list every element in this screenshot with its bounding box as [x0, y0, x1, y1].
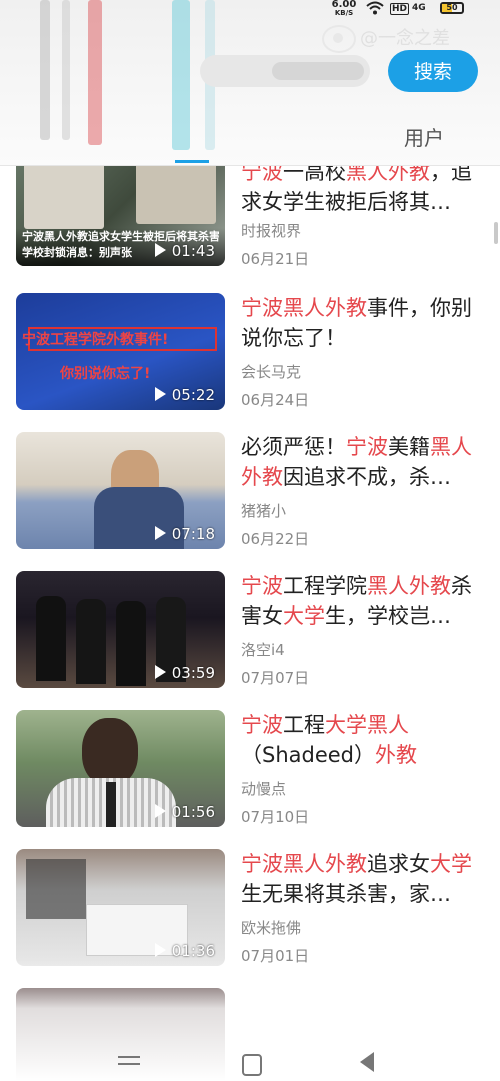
home-icon[interactable]	[242, 1054, 262, 1076]
video-title[interactable]: 宁波工程大学黑人 （Shadeed）外教	[241, 710, 489, 770]
video-duration: 05:22	[154, 386, 215, 404]
video-thumbnail[interactable]: 宁波工程学院外教事件! 你别说你忘了! 05:22	[16, 293, 225, 410]
play-icon	[154, 943, 166, 957]
signal-label: 4G	[412, 3, 426, 13]
video-duration: 01:36	[154, 942, 215, 960]
title-highlight: 宁波	[241, 713, 283, 737]
video-title[interactable]: 必须严惩！宁波美籍黑人外教因追求不成，杀…	[241, 432, 489, 492]
back-icon[interactable]	[360, 1052, 374, 1072]
play-icon	[154, 804, 166, 818]
battery-icon: 50	[440, 2, 464, 14]
title-text: 因追求不成，杀…	[283, 465, 451, 489]
video-thumbnail[interactable]: 07:18	[16, 432, 225, 549]
thumbnail-caption: 宁波工程学院外教事件!	[22, 332, 169, 348]
video-title[interactable]: 宁波黑人外教追求女大学生无果将其杀害，家…	[241, 849, 489, 909]
title-highlight: 宁波	[241, 574, 283, 598]
video-duration: 07:18	[154, 525, 215, 543]
video-thumbnail[interactable]: 宁波黑人外教追求女学生被拒后将其杀害 学校封锁消息：别声张 01:43	[16, 166, 225, 266]
title-highlight: 宁波	[346, 435, 388, 459]
title-highlight: 宁波黑人外教	[241, 296, 367, 320]
title-text: 工程学院	[283, 574, 367, 598]
title-highlight: 宁波	[241, 166, 283, 184]
title-text: 必须严惩！	[241, 435, 346, 459]
video-author[interactable]: 洛空i4	[241, 639, 285, 660]
video-date: 07月10日	[241, 808, 310, 826]
title-highlight: 大学	[430, 852, 472, 876]
list-item[interactable]: 03:59 宁波工程学院黑人外教杀害女大学生，学校岂… 洛空i4 07月07日	[0, 561, 500, 700]
network-speed: 6.00 KB/S	[331, 0, 357, 17]
play-icon	[154, 665, 166, 679]
title-text: 一高校	[283, 166, 346, 184]
title-text: 生，学校岂…	[325, 604, 451, 628]
title-highlight: 黑人外教	[367, 574, 451, 598]
list-item[interactable]: 07:18 必须严惩！宁波美籍黑人外教因追求不成，杀… 猪猪小 06月22日	[0, 422, 500, 561]
search-clear-area	[272, 62, 364, 80]
blur-artifact	[172, 0, 190, 150]
search-header: @一念之差 搜索 用户	[0, 0, 500, 165]
video-list: 宁波黑人外教追求女学生被拒后将其杀害 学校封锁消息：别声张 01:43 宁波一高…	[0, 166, 500, 1081]
title-highlight: 大学黑人	[325, 713, 409, 737]
video-thumbnail[interactable]: 01:56	[16, 710, 225, 827]
list-item[interactable]: 01:56 宁波工程大学黑人 （Shadeed）外教 动慢点 07月10日	[0, 700, 500, 839]
menu-icon[interactable]	[118, 1056, 140, 1072]
watermark: @一念之差	[322, 24, 450, 53]
list-item[interactable]: 宁波工程学院外教事件! 你别说你忘了! 05:22 宁波黑人外教事件，你别说你忘…	[0, 283, 500, 422]
status-bar: 6.00 KB/S HD 4G 50	[0, 0, 500, 22]
video-date: 06月24日	[241, 391, 310, 409]
video-title[interactable]: 宁波黑人外教事件，你别说你忘了！	[241, 293, 489, 353]
video-date: 06月21日	[241, 250, 310, 268]
video-title[interactable]: 宁波一高校黑人外教，追求女学生被拒后将其…	[241, 166, 489, 217]
video-duration: 01:56	[154, 803, 215, 821]
tab-users[interactable]: 用户	[404, 122, 444, 151]
eye-icon	[322, 25, 356, 53]
wifi-icon	[366, 1, 384, 18]
video-author[interactable]: 动慢点	[241, 778, 286, 799]
play-icon	[154, 526, 166, 540]
title-text: 工程	[283, 713, 325, 737]
video-author[interactable]: 欧米拖佛	[241, 917, 301, 938]
video-title[interactable]: 宁波工程学院黑人外教杀害女大学生，学校岂…	[241, 571, 489, 631]
video-duration: 01:43	[154, 242, 215, 260]
active-tab-indicator	[175, 160, 209, 163]
thumbnail-caption: 你别说你忘了!	[60, 366, 151, 382]
title-text: 生无果将其杀害，家…	[241, 882, 451, 906]
hd-badge: HD	[390, 3, 410, 15]
list-item[interactable]: 宁波黑人外教追求女学生被拒后将其杀害 学校封锁消息：别声张 01:43 宁波一高…	[0, 166, 500, 278]
play-icon	[154, 243, 166, 257]
title-highlight: 外教	[375, 743, 418, 767]
video-thumbnail[interactable]: 03:59	[16, 571, 225, 688]
title-highlight: 宁波黑人外教	[241, 852, 367, 876]
video-date: 07月07日	[241, 669, 310, 687]
title-highlight: 黑人外教	[346, 166, 430, 184]
video-duration: 03:59	[154, 664, 215, 682]
title-text: （Shadeed）	[241, 743, 376, 767]
list-item[interactable]: 01:36 宁波黑人外教追求女大学生无果将其杀害，家… 欧米拖佛 07月01日	[0, 839, 500, 978]
video-thumbnail[interactable]: 01:36	[16, 849, 225, 966]
search-button[interactable]: 搜索	[388, 50, 478, 92]
title-text: 追求女	[367, 852, 430, 876]
title-text: 美籍	[388, 435, 430, 459]
video-author[interactable]: 时报视界	[241, 220, 301, 241]
play-icon	[154, 387, 166, 401]
video-author[interactable]: 会长马克	[241, 361, 301, 382]
title-highlight: 大学	[283, 604, 325, 628]
scrollbar[interactable]	[494, 222, 498, 244]
video-date: 06月22日	[241, 530, 310, 548]
video-author[interactable]: 猪猪小	[241, 500, 286, 521]
